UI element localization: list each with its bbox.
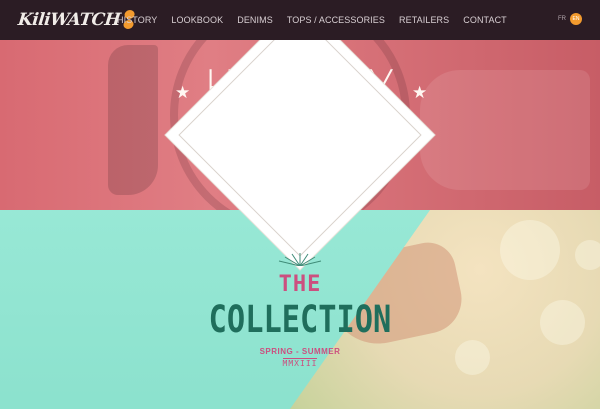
menu-item-denims[interactable]: DENIMS [237,15,273,25]
lang-en-button[interactable]: EN [570,13,582,25]
collection-the-text: THE [278,272,322,297]
main-menu: HISTORY LOOKBOOK DENIMS TOPS / ACCESSORI… [117,0,521,40]
menu-item-lookbook[interactable]: LOOKBOOK [171,15,223,25]
bokeh-light [575,240,600,270]
collection-year-text: MMXIII [282,359,318,368]
menu-item-history[interactable]: HISTORY [117,15,157,25]
bokeh-light [500,220,560,280]
language-switcher: FR EN [558,13,582,25]
lang-fr-link[interactable]: FR [558,16,566,22]
top-navigation: KiliWATCH HISTORY LOOKBOOK DENIMS TOPS /… [0,0,600,40]
bokeh-light [540,300,585,345]
bokeh-light [455,340,490,375]
collection-title: COLLECTION [208,298,392,341]
menu-item-retailers[interactable]: RETAILERS [399,15,449,25]
star-right-icon: ★ [412,83,428,102]
logo-text: KiliWATCH [16,10,122,30]
collection-season-text: SPRING - SUMMER [259,347,341,356]
sunburst-rays-icon [278,253,322,266]
menu-item-tops-accessories[interactable]: TOPS / ACCESSORIES [287,15,385,25]
menu-item-contact[interactable]: CONTACT [463,15,507,25]
star-left-icon: ★ [175,83,191,102]
